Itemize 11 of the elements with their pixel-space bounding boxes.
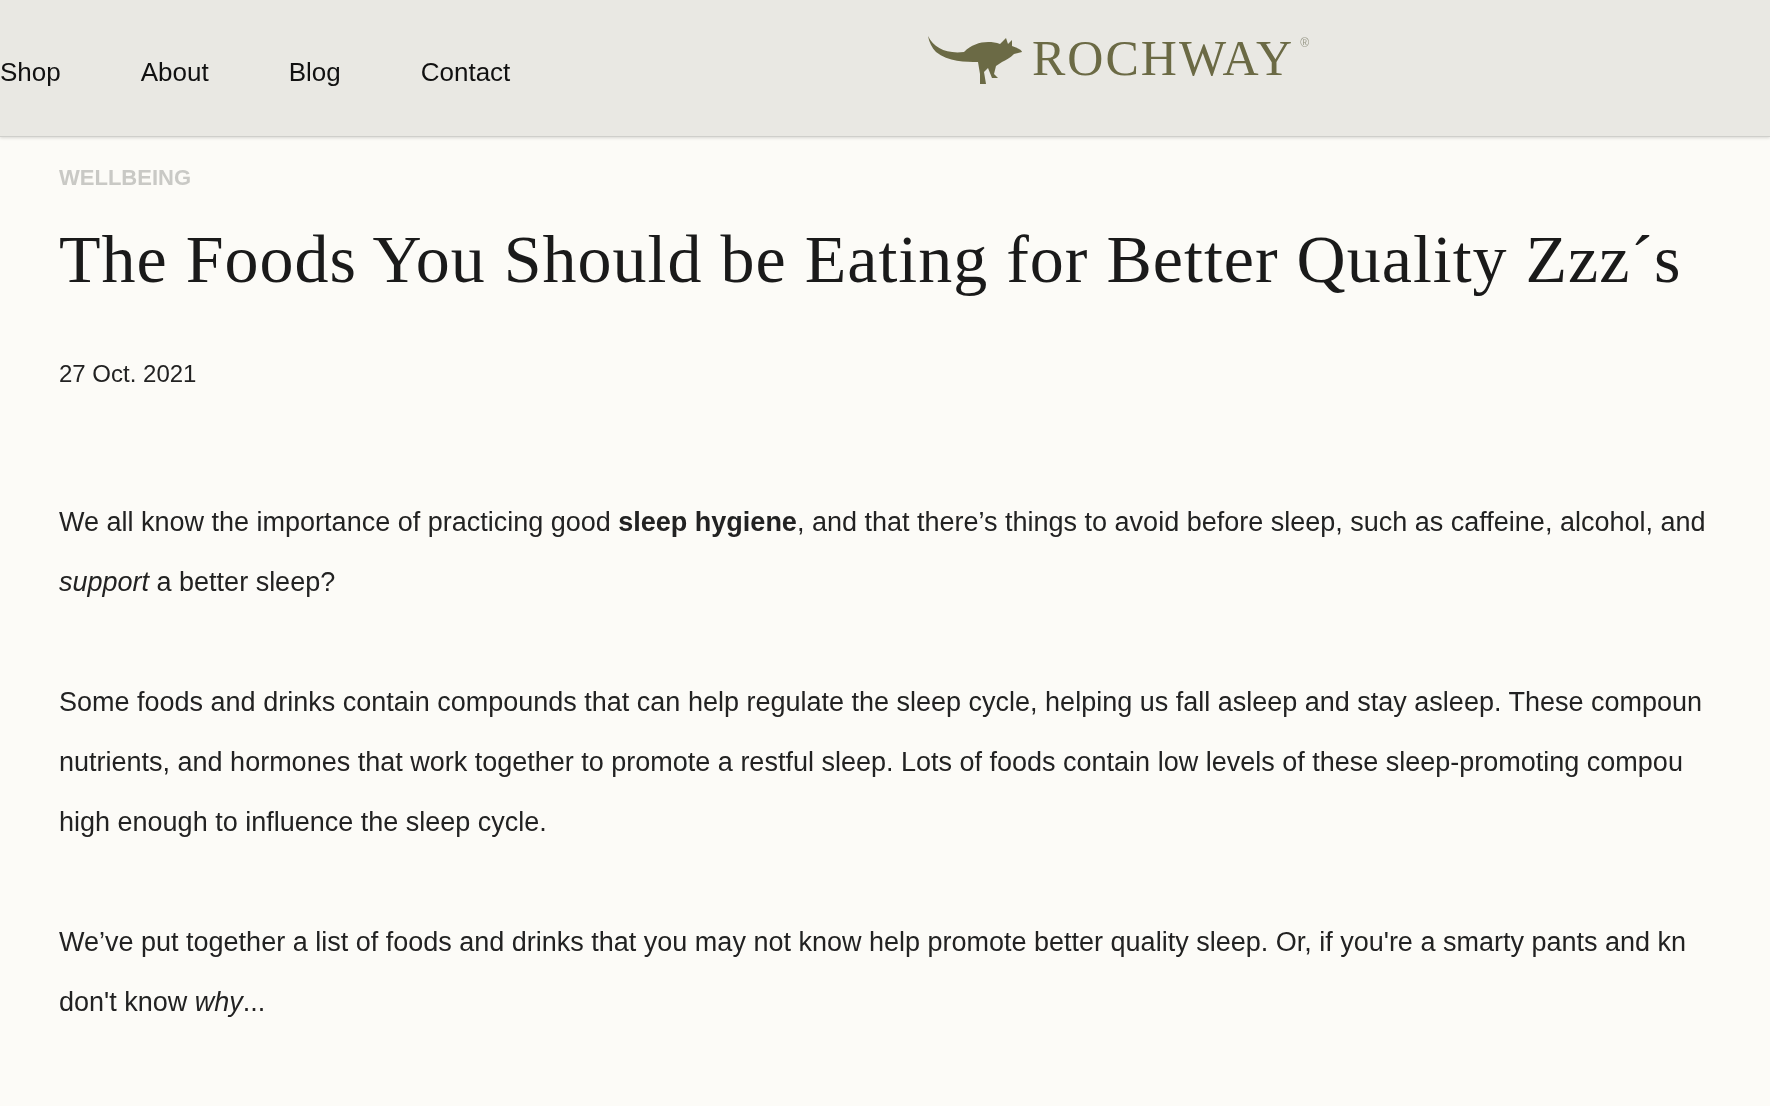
nav-link[interactable]: About <box>140 52 209 92</box>
registered-mark: ® <box>1300 36 1310 52</box>
paragraph: We’ve put together a list of foods and drinks that you may not know help promote better quality sleep. Or, if you're a smarty pants and kn don't know why... <box>59 926 1687 1019</box>
logo-wordmark[interactable]: ROCHWAY <box>1032 26 1295 91</box>
article-title: The Foods You Should be Eating for Better Quality Zzz´s <box>59 220 1683 299</box>
paragraph: Some foods and drinks contain compounds that can help regulate the sleep cycle, helping us fall asleep and stay asleep. These compoun nutrients, and hormones that work together to promote a restful sleep. Lots of foods contain low levels of these sleep-promoting compou high enough to influence the sleep cycle. <box>59 686 1703 839</box>
article-date: 27 Oct. 2021 <box>59 359 198 389</box>
nav-link[interactable]: Contact <box>420 52 511 92</box>
paragraph: We all know the importance of practicing good sleep hygiene, and that there’s things to avoid before sleep, such as caffeine, alcohol, and support a better sleep? <box>59 506 1706 599</box>
nav-link[interactable]: Blog <box>288 52 341 92</box>
nav-link[interactable]: Shop <box>0 52 61 92</box>
